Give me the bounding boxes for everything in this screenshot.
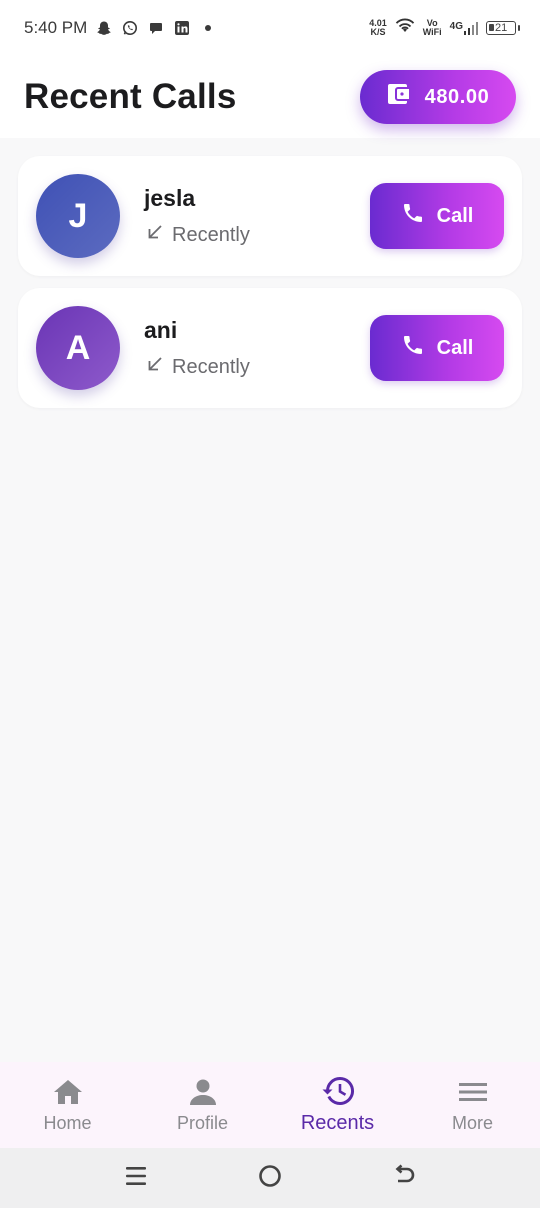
nav-label-more: More [451,1112,493,1133]
recent-calls-list: J jesla Recently Call A ani Recently Cal… [18,156,522,420]
chat-icon [147,19,165,37]
nav-item-more[interactable]: More [405,1062,540,1148]
app-screen: 5:40 PM 4.01 K/S Vo WiFi 4G 21 Recent Ca… [0,0,540,1208]
status-bar-right: 4.01 K/S Vo WiFi 4G 21 [369,18,520,39]
menu-icon [458,1077,488,1107]
call-status-label: Recently [172,223,250,246]
battery-level-fill [489,24,494,31]
nav-item-home[interactable]: Home [0,1062,135,1148]
page-title: Recent Calls [24,77,237,116]
system-navigation-bar [0,1148,540,1208]
wallet-icon [387,83,411,111]
avatar-initial: A [65,328,91,367]
call-status: Recently [146,355,250,379]
caller-name: jesla [144,185,196,211]
call-button-label: Call [436,336,474,359]
linkedin-icon [173,19,191,37]
phone-icon [401,201,425,231]
vowifi-indicator: Vo WiFi [423,19,442,37]
battery-indicator: 21 [486,21,520,35]
snapchat-icon [95,19,113,37]
incoming-call-arrow-icon [146,355,164,379]
phone-icon [401,333,425,363]
avatar-initial: J [68,196,88,235]
nav-label-home: Home [43,1112,92,1133]
signal-indicator: 4G [450,21,478,35]
network-speed: 4.01 K/S [369,19,387,37]
avatar: A [36,306,120,390]
home-icon [52,1077,84,1107]
status-time: 5:40 PM [24,18,88,37]
signal-label: 4G [449,21,463,32]
history-icon [321,1076,355,1106]
recent-apps-icon[interactable] [123,1164,149,1193]
incoming-call-arrow-icon [146,223,164,247]
nav-item-profile[interactable]: Profile [135,1062,270,1148]
network-speed-unit: K/S [370,27,386,37]
call-button[interactable]: Call [370,183,504,249]
wifi-icon [395,18,415,39]
wallet-balance: 480.00 [424,85,490,108]
back-icon[interactable] [391,1163,417,1194]
avatar: J [36,174,120,258]
call-button[interactable]: Call [370,315,504,381]
app-header: Recent Calls 480.00 [0,56,540,138]
call-list-item[interactable]: A ani Recently Call [18,288,522,408]
status-bar-left: 5:40 PM [24,18,217,38]
wallet-balance-button[interactable]: 480.00 [360,70,516,124]
person-icon [188,1077,218,1107]
status-bar: 5:40 PM 4.01 K/S Vo WiFi 4G 21 [0,0,540,56]
call-list-item[interactable]: J jesla Recently Call [18,156,522,276]
signal-bars-icon [464,22,478,35]
home-circle-icon[interactable] [257,1163,283,1194]
nav-label-recents: Recents [300,1111,375,1134]
nav-item-recents[interactable]: Recents [270,1062,405,1148]
whatsapp-icon [121,19,139,37]
bottom-navigation: Home Profile Recents More [0,1062,540,1148]
battery-level: 21 [495,21,508,34]
wifi-label: WiFi [422,27,442,37]
nav-label-profile: Profile [176,1112,229,1133]
call-button-label: Call [436,204,474,227]
caller-name: ani [144,317,178,343]
call-status: Recently [146,223,250,247]
call-status-label: Recently [172,355,250,378]
dot-icon [199,19,217,37]
